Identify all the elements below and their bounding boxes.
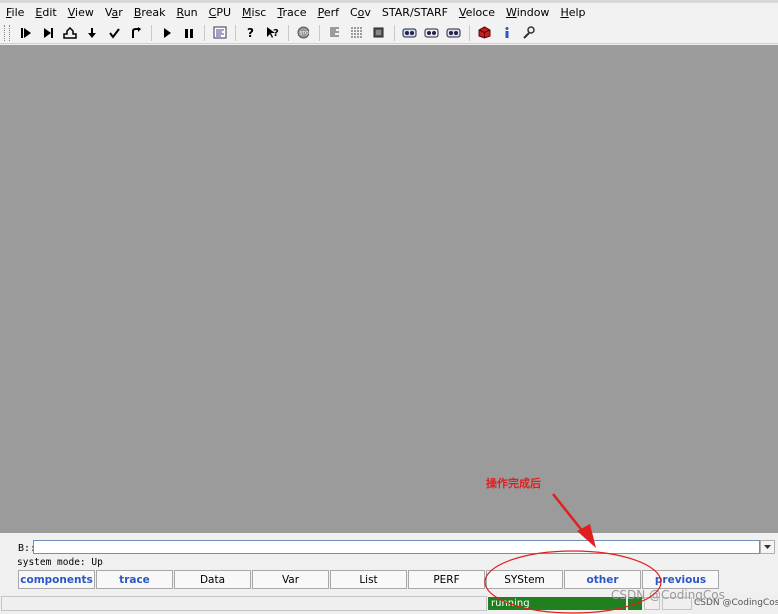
register-icon[interactable] xyxy=(347,24,366,42)
softkey-button-previous[interactable]: previous xyxy=(642,570,719,589)
toolbar-separator xyxy=(235,24,236,41)
status-message-field xyxy=(1,596,487,611)
list-icon[interactable] xyxy=(210,24,229,42)
menu-item[interactable]: Var xyxy=(99,4,128,22)
cpu-icon[interactable] xyxy=(369,24,388,42)
system-mode-text: system mode: Up xyxy=(17,557,103,568)
trace-profile-icon[interactable] xyxy=(444,24,463,42)
menu-item[interactable]: CPU xyxy=(203,4,236,22)
menu-item[interactable]: Edit xyxy=(29,4,61,22)
toolbar-separator xyxy=(469,24,470,41)
softkey-button-components[interactable]: components xyxy=(18,570,95,589)
softkey-bar: components trace Data Var List PERF SYStem othe… xyxy=(18,570,720,590)
data-dump-icon[interactable] xyxy=(325,24,344,42)
undo-step-icon[interactable] xyxy=(126,24,145,42)
menu-item[interactable]: Veloce xyxy=(453,4,500,22)
stop-icon[interactable]: STOP xyxy=(294,24,313,42)
annotation-label: 操作完成后 xyxy=(486,477,541,490)
break-icon[interactable] xyxy=(179,24,198,42)
menu-item[interactable]: File xyxy=(0,4,29,22)
step-down-icon[interactable] xyxy=(82,24,101,42)
menu-item[interactable]: View xyxy=(62,4,99,22)
command-input[interactable] xyxy=(33,540,760,554)
cube-icon[interactable] xyxy=(475,24,494,42)
toolbar-separator xyxy=(288,24,289,41)
watermark: CSDN @CodingCos xyxy=(611,588,725,602)
menu-item[interactable]: Misc xyxy=(236,4,271,22)
toolbar: ? ? STOP xyxy=(0,22,778,44)
command-history-dropdown[interactable] xyxy=(760,540,775,554)
svg-text:STOP: STOP xyxy=(300,31,311,37)
svg-text:?: ? xyxy=(247,26,254,39)
main-workspace[interactable] xyxy=(0,45,778,533)
softkey-button-trace[interactable]: trace xyxy=(96,570,173,589)
toolbar-separator xyxy=(319,24,320,41)
go-icon[interactable] xyxy=(157,24,176,42)
toolbar-separator xyxy=(204,24,205,41)
wrench-icon[interactable] xyxy=(519,24,538,42)
menu-item[interactable]: STAR/STARF xyxy=(376,4,453,22)
help-icon[interactable]: ? xyxy=(241,24,260,42)
chevron-down-icon xyxy=(764,544,771,549)
menu-item[interactable]: Perf xyxy=(312,4,344,22)
softkey-button-system[interactable]: SYStem xyxy=(486,570,563,589)
menu-item[interactable]: Run xyxy=(171,4,203,22)
softkey-button-other[interactable]: other xyxy=(564,570,641,589)
svg-text:?: ? xyxy=(273,28,279,39)
menu-item[interactable]: Break xyxy=(128,4,171,22)
softkey-button-var[interactable]: Var xyxy=(252,570,329,589)
menu-item[interactable]: Cov xyxy=(344,4,376,22)
return-icon[interactable] xyxy=(104,24,123,42)
menu-item[interactable]: Trace xyxy=(271,4,311,22)
softkey-button-data[interactable]: Data xyxy=(174,570,251,589)
trace-list-icon[interactable] xyxy=(400,24,419,42)
softkey-button-perf[interactable]: PERF xyxy=(408,570,485,589)
toolbar-grip[interactable] xyxy=(4,24,10,41)
step-over-icon[interactable] xyxy=(38,24,57,42)
trace-chart-icon[interactable] xyxy=(422,24,441,42)
softkey-button-list[interactable]: List xyxy=(330,570,407,589)
step-icon[interactable] xyxy=(16,24,35,42)
menu-item[interactable]: Window xyxy=(500,4,554,22)
run-state-indicator: running xyxy=(488,597,626,610)
step-up-icon[interactable] xyxy=(60,24,79,42)
toolbar-separator xyxy=(151,24,152,41)
menu-bar: File Edit View Var Break Run CPU Misc Trace Perf C… xyxy=(0,3,778,22)
toolbar-separator xyxy=(394,24,395,41)
menu-item[interactable]: Help xyxy=(554,4,590,22)
info-icon[interactable] xyxy=(497,24,516,42)
context-help-icon[interactable]: ? xyxy=(263,24,282,42)
